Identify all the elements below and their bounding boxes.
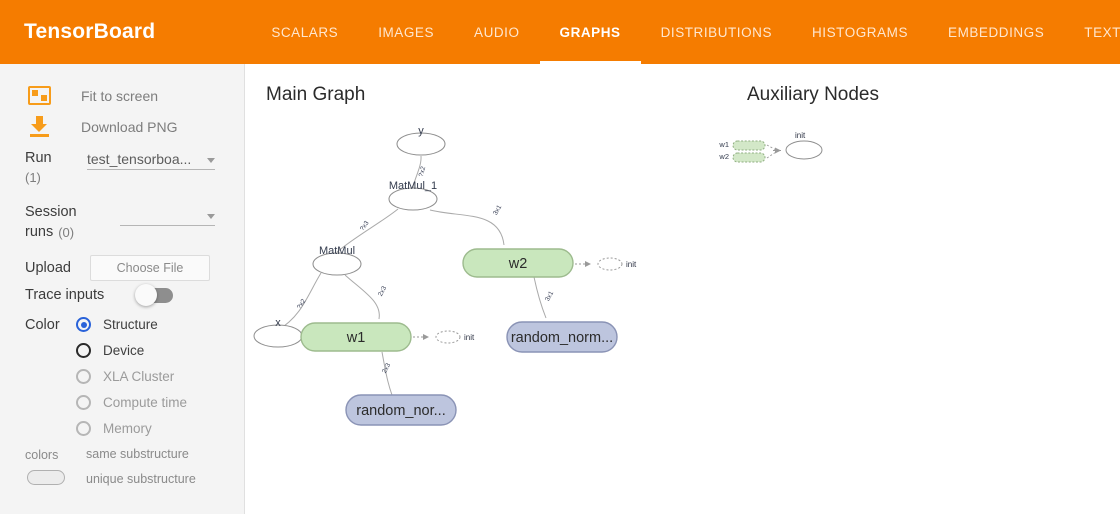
tab-audio[interactable]: AUDIO: [454, 0, 540, 64]
var-node-random-normal-2-label: random_norm...: [511, 330, 613, 346]
chevron-down-icon: [207, 158, 215, 163]
aux-input-w1-label: w1: [718, 140, 729, 149]
unique-substructure-label: unique substructure: [86, 472, 196, 486]
fit-to-screen-label: Fit to screen: [81, 87, 159, 104]
op-node-y-label: y: [418, 125, 424, 137]
session-runs-label2: runs: [25, 224, 54, 240]
op-node-x-label: x: [275, 317, 281, 329]
color-label: Color: [25, 317, 60, 333]
session-runs-sublabel: runs (0): [25, 224, 74, 240]
edge-label-matmul1-w2: 3x1: [492, 204, 503, 217]
tensorboard-app: TensorBoard SCALARS IMAGES AUDIO GRAPHS …: [0, 0, 1120, 514]
tab-distributions[interactable]: DISTRIBUTIONS: [641, 0, 792, 64]
chevron-down-icon: [207, 214, 215, 219]
color-option-compute-time[interactable]: Compute time: [76, 395, 187, 410]
color-option-structure[interactable]: Structure: [76, 317, 158, 332]
color-option-xla-cluster[interactable]: XLA Cluster: [76, 369, 174, 384]
same-substructure-label: same substructure: [86, 447, 189, 461]
tab-graphs[interactable]: GRAPHS: [539, 0, 641, 64]
var-node-random-normal-2[interactable]: random_norm...: [506, 321, 618, 353]
fit-to-screen-icon: [28, 86, 51, 105]
var-node-random-normal-1[interactable]: random_nor...: [345, 394, 457, 426]
color-option-compute-time-label: Compute time: [103, 395, 188, 410]
op-node-matmul-label: MatMul: [319, 245, 355, 257]
main-nav: SCALARS IMAGES AUDIO GRAPHS DISTRIBUTION…: [251, 0, 1120, 64]
edge-label-matmul-w1: 2x3: [377, 285, 388, 298]
session-runs-count: (0): [58, 224, 75, 240]
graph-canvas[interactable]: Main Graph Auxiliary Nodes y MatMul_1 Ma…: [246, 64, 1120, 514]
var-node-w2-label: w2: [508, 256, 528, 272]
run-dropdown[interactable]: test_tensorboa...: [87, 148, 215, 170]
init-stub-w2[interactable]: init: [575, 257, 637, 271]
toggle-knob: [135, 284, 157, 306]
color-option-device-label: Device: [103, 343, 145, 358]
radio-device-icon: [76, 343, 91, 358]
edge-label-matmul1-matmul: ?x3: [359, 220, 371, 233]
color-option-device[interactable]: Device: [76, 343, 144, 358]
auxiliary-graph[interactable]: w1 w2 init: [718, 131, 823, 163]
tab-images[interactable]: IMAGES: [358, 0, 454, 64]
session-runs-label: Session: [25, 204, 77, 220]
trace-inputs-toggle[interactable]: [135, 284, 173, 306]
tab-scalars[interactable]: SCALARS: [251, 0, 358, 64]
op-node-matmul-1[interactable]: MatMul_1: [388, 180, 438, 211]
edge-label-w1-random: 2x3: [381, 362, 392, 375]
tab-text[interactable]: TEXT: [1064, 0, 1120, 64]
radio-compute-time-icon: [76, 395, 91, 410]
fit-to-screen-control[interactable]: Fit to screen: [28, 86, 158, 105]
upload-label: Upload: [25, 260, 71, 276]
graph-controls-sidebar: Fit to screen Download PNG Run (1) test_…: [0, 64, 245, 514]
radio-structure-icon: [76, 317, 91, 332]
op-node-x[interactable]: x: [253, 317, 303, 348]
var-node-w1[interactable]: w1: [300, 322, 412, 352]
color-option-memory-label: Memory: [103, 421, 152, 436]
aux-input-w2-label: w2: [718, 152, 729, 161]
download-png-label: Download PNG: [81, 118, 178, 135]
colors-legend-label: colors: [25, 448, 59, 462]
tab-embeddings[interactable]: EMBEDDINGS: [928, 0, 1064, 64]
var-node-w2[interactable]: w2: [462, 248, 574, 278]
init-stub-w1[interactable]: init: [413, 330, 475, 344]
color-option-memory[interactable]: Memory: [76, 421, 152, 436]
edge-label-y-matmul1: ?x2: [418, 165, 428, 177]
download-png-control[interactable]: Download PNG: [28, 116, 178, 137]
aux-target-init-label: init: [795, 131, 806, 140]
radio-memory-icon: [76, 421, 91, 436]
trace-inputs-label: Trace inputs: [25, 287, 105, 303]
app-brand: TensorBoard: [24, 20, 156, 43]
init-stub-w2-label: init: [626, 260, 637, 269]
unique-substructure-swatch: [27, 470, 65, 485]
run-dropdown-value: test_tensorboa...: [87, 151, 192, 167]
download-icon: [28, 116, 51, 137]
choose-file-button[interactable]: Choose File: [90, 255, 210, 281]
radio-xla-cluster-icon: [76, 369, 91, 384]
run-label: Run: [25, 150, 52, 166]
op-node-matmul[interactable]: MatMul: [312, 245, 362, 276]
var-node-random-normal-1-label: random_nor...: [356, 403, 445, 419]
tab-histograms[interactable]: HISTOGRAMS: [792, 0, 928, 64]
app-header: TensorBoard SCALARS IMAGES AUDIO GRAPHS …: [0, 0, 1120, 64]
color-option-xla-cluster-label: XLA Cluster: [103, 369, 175, 384]
session-runs-dropdown[interactable]: [120, 204, 215, 226]
var-node-w1-label: w1: [346, 330, 366, 346]
op-node-y[interactable]: y: [396, 125, 446, 156]
op-node-matmul-1-label: MatMul_1: [389, 180, 437, 192]
edge-label-w2-random: 3x1: [544, 290, 555, 303]
run-count: (1): [25, 170, 41, 185]
color-option-structure-label: Structure: [103, 317, 158, 332]
graph-svg: y MatMul_1 MatMul x w1 w2 random_nor... …: [253, 125, 823, 426]
init-stub-w1-label: init: [464, 333, 475, 342]
